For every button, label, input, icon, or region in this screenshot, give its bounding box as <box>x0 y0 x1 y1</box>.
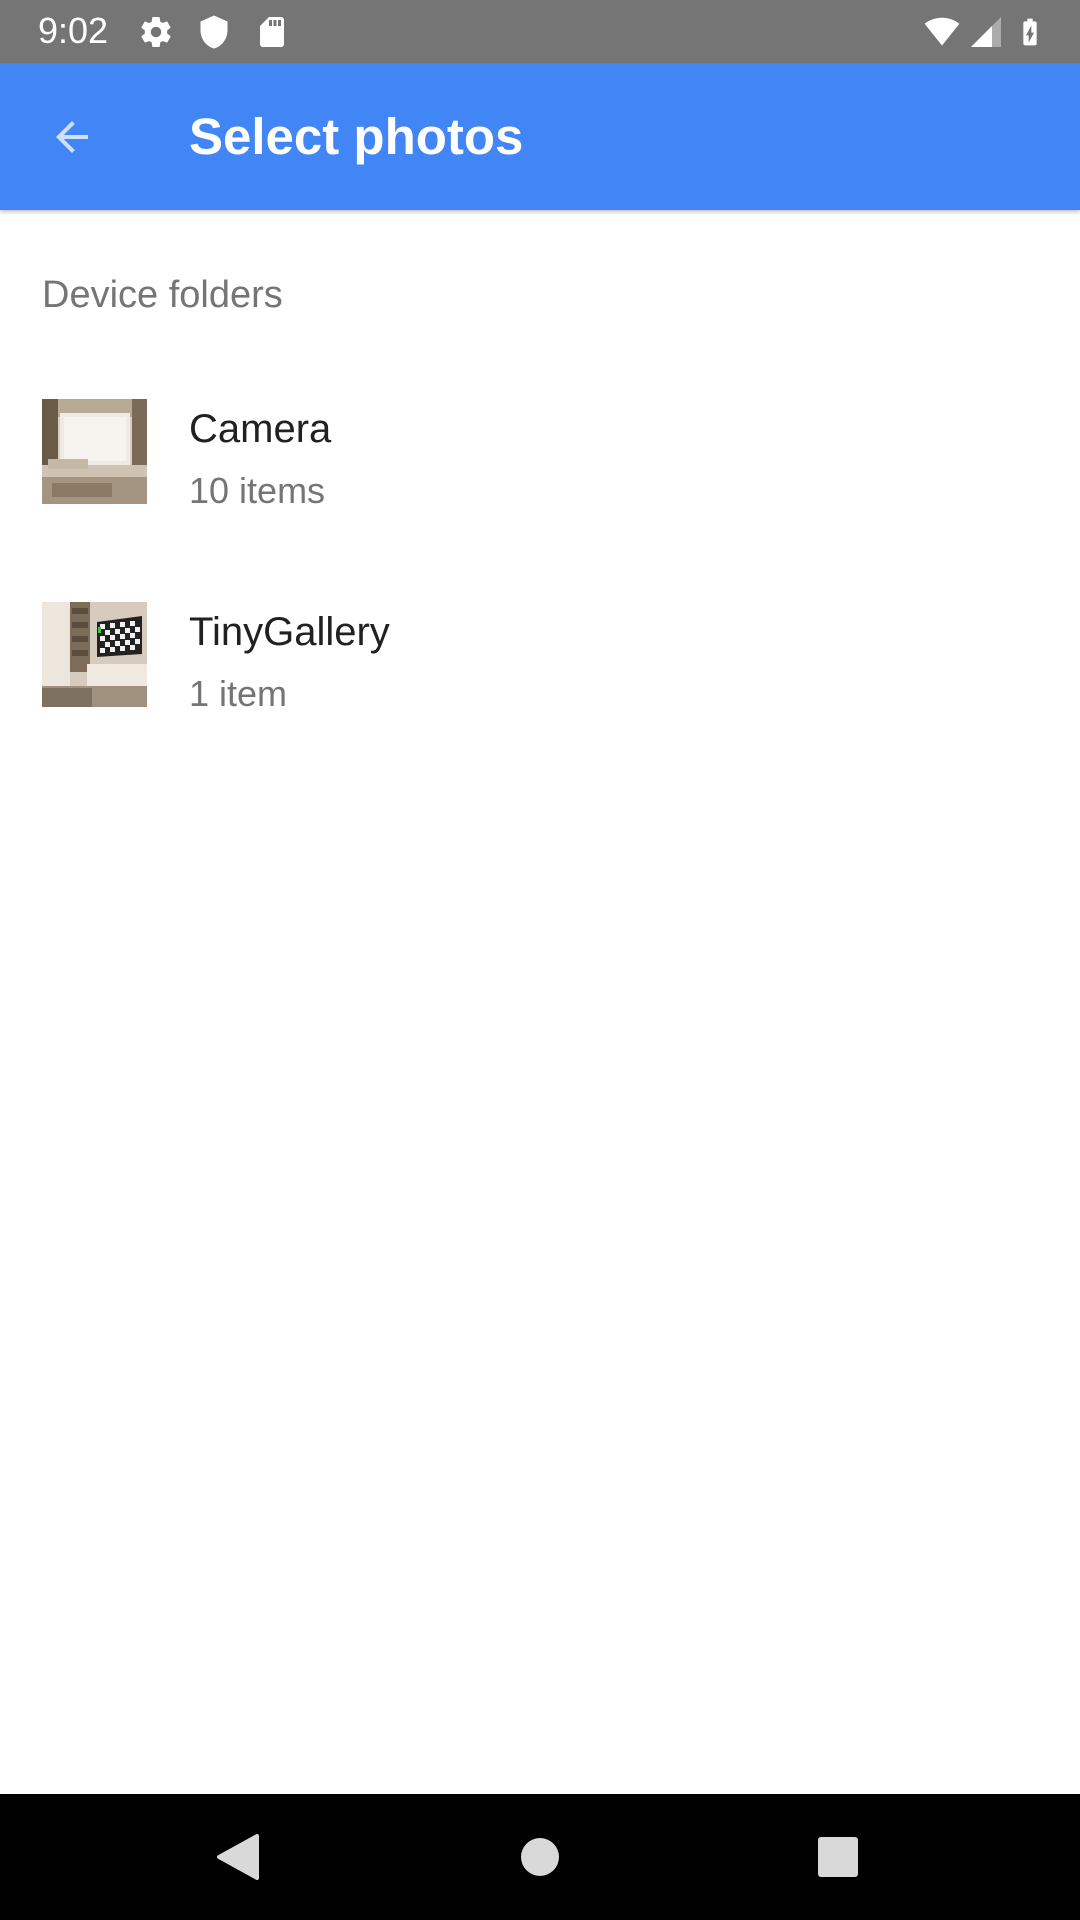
status-time: 9:02 <box>38 10 109 51</box>
app-bar: Select photos <box>0 63 1080 210</box>
wifi-icon <box>922 14 962 50</box>
arrow-back-icon <box>56 121 88 153</box>
folder-name: Camera <box>189 407 332 451</box>
folder-item-count: 1 item <box>189 673 288 714</box>
battery-charging-icon <box>1014 14 1046 50</box>
folder-item-tinygallery[interactable]: TinyGallery 1 item <box>0 602 1080 802</box>
nav-back-button[interactable] <box>198 1817 278 1897</box>
back-button[interactable] <box>38 103 106 171</box>
folder-item-camera[interactable]: Camera 10 items <box>0 399 1080 599</box>
folder-thumbnail <box>42 399 147 504</box>
back-triangle-icon <box>217 1834 259 1880</box>
settings-icon <box>138 14 174 50</box>
folder-thumbnail <box>42 602 147 707</box>
cell-signal-icon <box>968 14 1004 50</box>
home-circle-icon <box>521 1838 559 1876</box>
folder-item-count: 10 items <box>189 470 326 511</box>
folder-name: TinyGallery <box>189 610 390 654</box>
section-header: Device folders <box>42 274 283 316</box>
recents-square-icon <box>818 1837 858 1877</box>
shield-icon <box>196 14 232 50</box>
nav-home-button[interactable] <box>500 1817 580 1897</box>
sd-card-icon <box>254 14 290 50</box>
status-bar: 9:02 <box>0 0 1080 63</box>
navigation-bar <box>0 1794 1080 1920</box>
page-title: Select photos <box>189 108 524 165</box>
nav-recents-button[interactable] <box>798 1817 878 1897</box>
